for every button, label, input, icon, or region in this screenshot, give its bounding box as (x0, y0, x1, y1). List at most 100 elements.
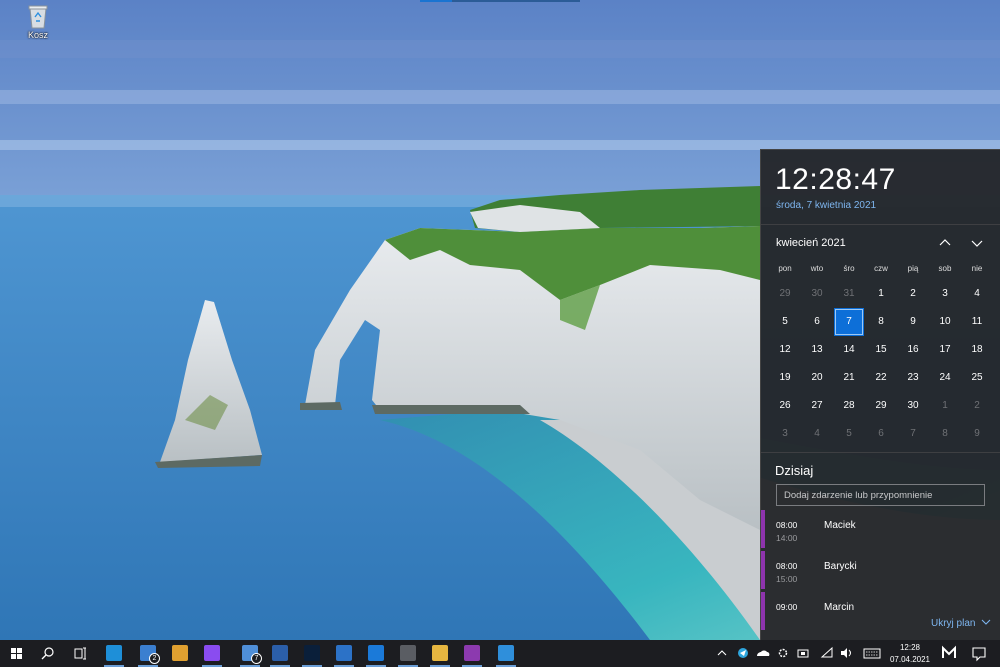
calendar-day[interactable]: 1 (929, 392, 961, 420)
calendar-day[interactable]: 22 (865, 364, 897, 392)
notification-center-button[interactable] (968, 640, 990, 667)
calendar-day[interactable]: 31 (833, 280, 865, 308)
next-month-button[interactable] (967, 234, 987, 252)
calendar-day[interactable]: 4 (961, 280, 993, 308)
chevron-up-icon (939, 239, 951, 246)
calendar-day[interactable]: 3 (769, 420, 801, 448)
chevron-down-icon (971, 240, 983, 247)
calendar-day-number: 8 (878, 316, 884, 327)
calendar-day[interactable]: 6 (865, 420, 897, 448)
volume-icon[interactable] (838, 640, 856, 667)
calendar-day[interactable]: 28 (833, 392, 865, 420)
divider (761, 452, 1000, 453)
start-button[interactable] (0, 640, 32, 667)
calendar-day[interactable]: 15 (865, 336, 897, 364)
calendar-day[interactable]: 26 (769, 392, 801, 420)
calendar-day-number: 24 (939, 372, 951, 383)
calendar-day[interactable]: 11 (961, 308, 993, 336)
previous-month-button[interactable] (935, 234, 955, 252)
event-name: Barycki (824, 561, 857, 572)
calendar-day[interactable]: 4 (801, 420, 833, 448)
mail-taskbar-button[interactable]: 2 (132, 640, 164, 667)
calendar-day-number: 8 (942, 428, 948, 439)
calendar-flyout: 12:28:47 środa, 7 kwietnia 2021 kwiecień… (760, 149, 1000, 640)
calendar-day[interactable]: 1 (865, 280, 897, 308)
agenda-event[interactable]: 08:00 14:00 Maciek (761, 510, 1000, 548)
calendar-day-number: 25 (971, 372, 983, 383)
telegram-tray-icon[interactable] (734, 640, 752, 667)
month-label[interactable]: kwiecień 2021 (776, 237, 846, 249)
app-m-tray-icon[interactable] (938, 640, 960, 667)
calendar-day[interactable]: 24 (929, 364, 961, 392)
task-view-icon (74, 647, 86, 660)
calendar-day[interactable]: 18 (961, 336, 993, 364)
event-end-time: 14:00 (776, 533, 798, 543)
calendar-day[interactable]: 25 (961, 364, 993, 392)
calendar-day[interactable]: 21 (833, 364, 865, 392)
calendar-day[interactable]: 29 (865, 392, 897, 420)
word-taskbar-button[interactable] (264, 640, 296, 667)
onedrive-tray-icon[interactable] (754, 640, 772, 667)
calendar-day[interactable]: 19 (769, 364, 801, 392)
calendar-day[interactable]: 8 (929, 420, 961, 448)
calendar-day-number: 22 (875, 372, 887, 383)
tray-clock-date[interactable]: 07.04.2021 (888, 655, 932, 664)
event-start-time: 08:00 (776, 520, 798, 530)
hide-plan-button[interactable]: Ukryj plan (931, 618, 991, 629)
calendar-day[interactable]: 17 (929, 336, 961, 364)
calendar-day[interactable]: 14 (833, 336, 865, 364)
calendar-day-number: 14 (843, 344, 855, 355)
show-hidden-icons-button[interactable] (712, 640, 732, 667)
calendar-day[interactable]: 9 (961, 420, 993, 448)
wifi-icon[interactable] (818, 640, 836, 667)
calendar-day[interactable]: 29 (769, 280, 801, 308)
outlook-taskbar-button[interactable] (328, 640, 360, 667)
notes-taskbar-button[interactable]: 7 (234, 640, 266, 667)
task-view-button[interactable] (64, 640, 96, 667)
network-device-tray-icon[interactable] (794, 640, 812, 667)
trello-taskbar-button[interactable] (360, 640, 392, 667)
calendar-day[interactable]: 16 (897, 336, 929, 364)
calendar-day-number: 21 (843, 372, 855, 383)
gear-tray-icon[interactable] (774, 640, 792, 667)
messenger-taskbar-button[interactable] (196, 640, 228, 667)
calendar-day[interactable]: 30 (897, 392, 929, 420)
calendar-day[interactable]: 30 (801, 280, 833, 308)
taskbar: 2 7 12:28 07.04.2021 (0, 640, 1000, 667)
file-explorer-taskbar-button[interactable] (424, 640, 456, 667)
calendar-day[interactable]: 3 (929, 280, 961, 308)
calendar-day-today[interactable]: 7 (833, 308, 865, 336)
calendar-day-number: 18 (971, 344, 983, 355)
photos-taskbar-button[interactable] (490, 640, 522, 667)
search-button[interactable] (32, 640, 64, 667)
calendar-day[interactable]: 27 (801, 392, 833, 420)
calendar-day[interactable]: 9 (897, 308, 929, 336)
calendar-day[interactable]: 20 (801, 364, 833, 392)
calendar-day[interactable]: 12 (769, 336, 801, 364)
calendar-day[interactable]: 8 (865, 308, 897, 336)
calendar-day[interactable]: 7 (897, 420, 929, 448)
calendar-day[interactable]: 2 (897, 280, 929, 308)
calendar-day[interactable]: 13 (801, 336, 833, 364)
weekday-header: sob (938, 264, 952, 273)
calendar-day[interactable]: 5 (769, 308, 801, 336)
agenda-event[interactable]: 08:00 15:00 Barycki (761, 551, 1000, 589)
search-icon (41, 647, 54, 660)
flyout-full-date[interactable]: środa, 7 kwietnia 2021 (776, 200, 876, 211)
photoshop-taskbar-button[interactable] (296, 640, 328, 667)
calendar-day-number: 9 (910, 316, 916, 327)
calendar-day-number: 5 (782, 316, 788, 327)
calendar-day[interactable]: 6 (801, 308, 833, 336)
keyboard-icon[interactable] (860, 640, 884, 667)
calendar-day[interactable]: 5 (833, 420, 865, 448)
tray-clock-time[interactable]: 12:28 (890, 643, 930, 652)
calendar-day[interactable]: 10 (929, 308, 961, 336)
calendar-day[interactable]: 2 (961, 392, 993, 420)
slack-taskbar-button[interactable] (164, 640, 196, 667)
calendar-day[interactable]: 23 (897, 364, 929, 392)
edge-taskbar-button[interactable] (98, 640, 130, 667)
add-event-input[interactable] (776, 484, 985, 506)
recycle-bin-desktop-icon[interactable]: Kosz (18, 3, 58, 51)
calculator-taskbar-button[interactable] (392, 640, 424, 667)
onenote-taskbar-button[interactable] (456, 640, 488, 667)
